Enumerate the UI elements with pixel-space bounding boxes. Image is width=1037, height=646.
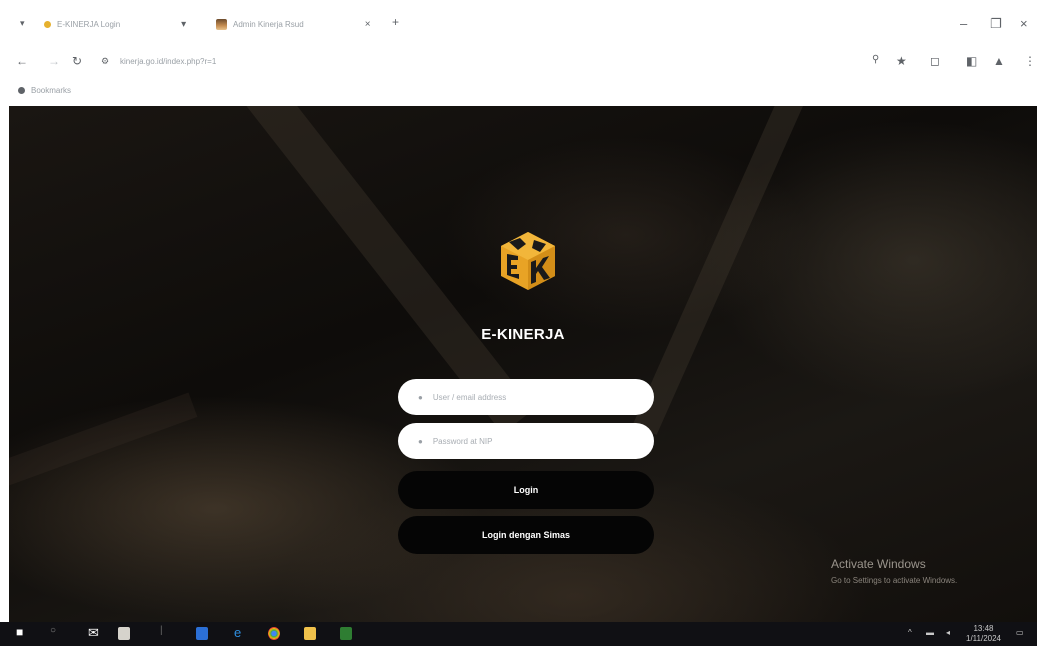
app-title: E-KINERJA bbox=[481, 326, 565, 343]
reload-icon[interactable]: ↻ bbox=[72, 54, 82, 68]
sidebar-icon[interactable]: ◧ bbox=[966, 54, 977, 68]
avatar-favicon-icon bbox=[216, 18, 227, 30]
volume-icon[interactable]: ◂ bbox=[946, 628, 950, 637]
excel-icon[interactable] bbox=[340, 627, 352, 640]
bookmarks-bar: Bookmarks bbox=[0, 80, 1037, 106]
clock-date: 1/11/2024 bbox=[966, 634, 1001, 643]
file-explorer-icon[interactable] bbox=[304, 627, 316, 640]
restore-icon[interactable]: ❐ bbox=[990, 16, 1002, 32]
bookmark-icon bbox=[18, 87, 25, 94]
window-close-icon[interactable]: × bbox=[1020, 16, 1028, 31]
mail-icon[interactable]: ✉ bbox=[88, 625, 99, 641]
notification-icon[interactable]: ▭ bbox=[1016, 628, 1024, 637]
windows-taskbar: ■ ○ ✉ | e ^ ▬ ◂ 13:48 1/11/2024 ▭ bbox=[0, 622, 1037, 646]
ekinerja-logo bbox=[501, 232, 555, 290]
address-bar: ← → ↻ ⚙ kinerja.go.id/index.php?r=1 ⚲ ★ … bbox=[0, 44, 1037, 80]
close-icon[interactable]: × bbox=[365, 19, 371, 30]
lock-icon: ● bbox=[418, 436, 423, 446]
search-icon[interactable]: ○ bbox=[50, 625, 56, 636]
tab-search-icon[interactable]: ▾ bbox=[20, 18, 25, 29]
word-icon[interactable] bbox=[196, 627, 208, 640]
bookmark-label: Bookmarks bbox=[31, 86, 72, 95]
login-page: E-KINERJA ● ● Login Login dengan Simas A… bbox=[9, 106, 1037, 622]
network-icon[interactable]: ▬ bbox=[926, 628, 934, 637]
menu-icon[interactable]: ⋮ bbox=[1024, 54, 1036, 68]
chrome-icon[interactable] bbox=[268, 627, 280, 640]
tab-admin[interactable]: Admin Kinerja Rsud × bbox=[216, 12, 371, 36]
tab-title: Admin Kinerja Rsud bbox=[233, 19, 304, 29]
edge-icon[interactable]: e bbox=[234, 625, 241, 640]
forward-icon[interactable]: → bbox=[48, 54, 60, 68]
clock[interactable]: 13:48 1/11/2024 bbox=[966, 624, 1001, 644]
site-favicon-icon bbox=[44, 20, 51, 28]
profile-icon[interactable]: ▲ bbox=[993, 54, 1005, 68]
tab-ekinerja[interactable]: E-KINERJA Login ▾ bbox=[44, 12, 186, 36]
close-icon[interactable]: ▾ bbox=[181, 19, 186, 30]
username-field[interactable]: ● bbox=[398, 379, 654, 415]
tray-chevron-icon[interactable]: ^ bbox=[908, 628, 912, 637]
activate-windows-title: Activate Windows bbox=[831, 557, 926, 571]
password-field[interactable]: ● bbox=[398, 423, 654, 459]
user-icon: ● bbox=[418, 392, 423, 402]
background-beam bbox=[632, 106, 812, 435]
back-icon[interactable]: ← bbox=[16, 54, 28, 68]
login-button[interactable]: Login bbox=[398, 471, 654, 509]
username-input[interactable] bbox=[430, 391, 631, 403]
password-input[interactable] bbox=[430, 435, 631, 447]
tab-title: E-KINERJA Login bbox=[57, 19, 121, 29]
site-info-icon[interactable]: ⚙ bbox=[101, 56, 109, 67]
activate-windows-subtitle: Go to Settings to activate Windows. bbox=[831, 576, 958, 585]
store-icon[interactable] bbox=[118, 627, 130, 640]
new-tab-button[interactable]: + bbox=[392, 15, 399, 29]
extensions-icon[interactable]: ◻ bbox=[930, 54, 940, 68]
task-view-icon[interactable]: | bbox=[160, 625, 163, 636]
browser-tab-strip: ▾ E-KINERJA Login ▾ Admin Kinerja Rsud ×… bbox=[0, 0, 1037, 44]
minimize-icon[interactable]: – bbox=[960, 16, 967, 31]
zoom-icon[interactable]: ⚲ bbox=[872, 54, 879, 65]
background-beam bbox=[9, 392, 198, 520]
login-alt-button[interactable]: Login dengan Simas bbox=[398, 516, 654, 554]
windows-start-icon[interactable]: ■ bbox=[16, 625, 23, 639]
url-field[interactable]: kinerja.go.id/index.php?r=1 bbox=[120, 57, 216, 66]
star-icon[interactable]: ★ bbox=[896, 54, 907, 68]
clock-time: 13:48 bbox=[973, 624, 994, 633]
bookmark-item[interactable]: Bookmarks bbox=[18, 86, 71, 95]
